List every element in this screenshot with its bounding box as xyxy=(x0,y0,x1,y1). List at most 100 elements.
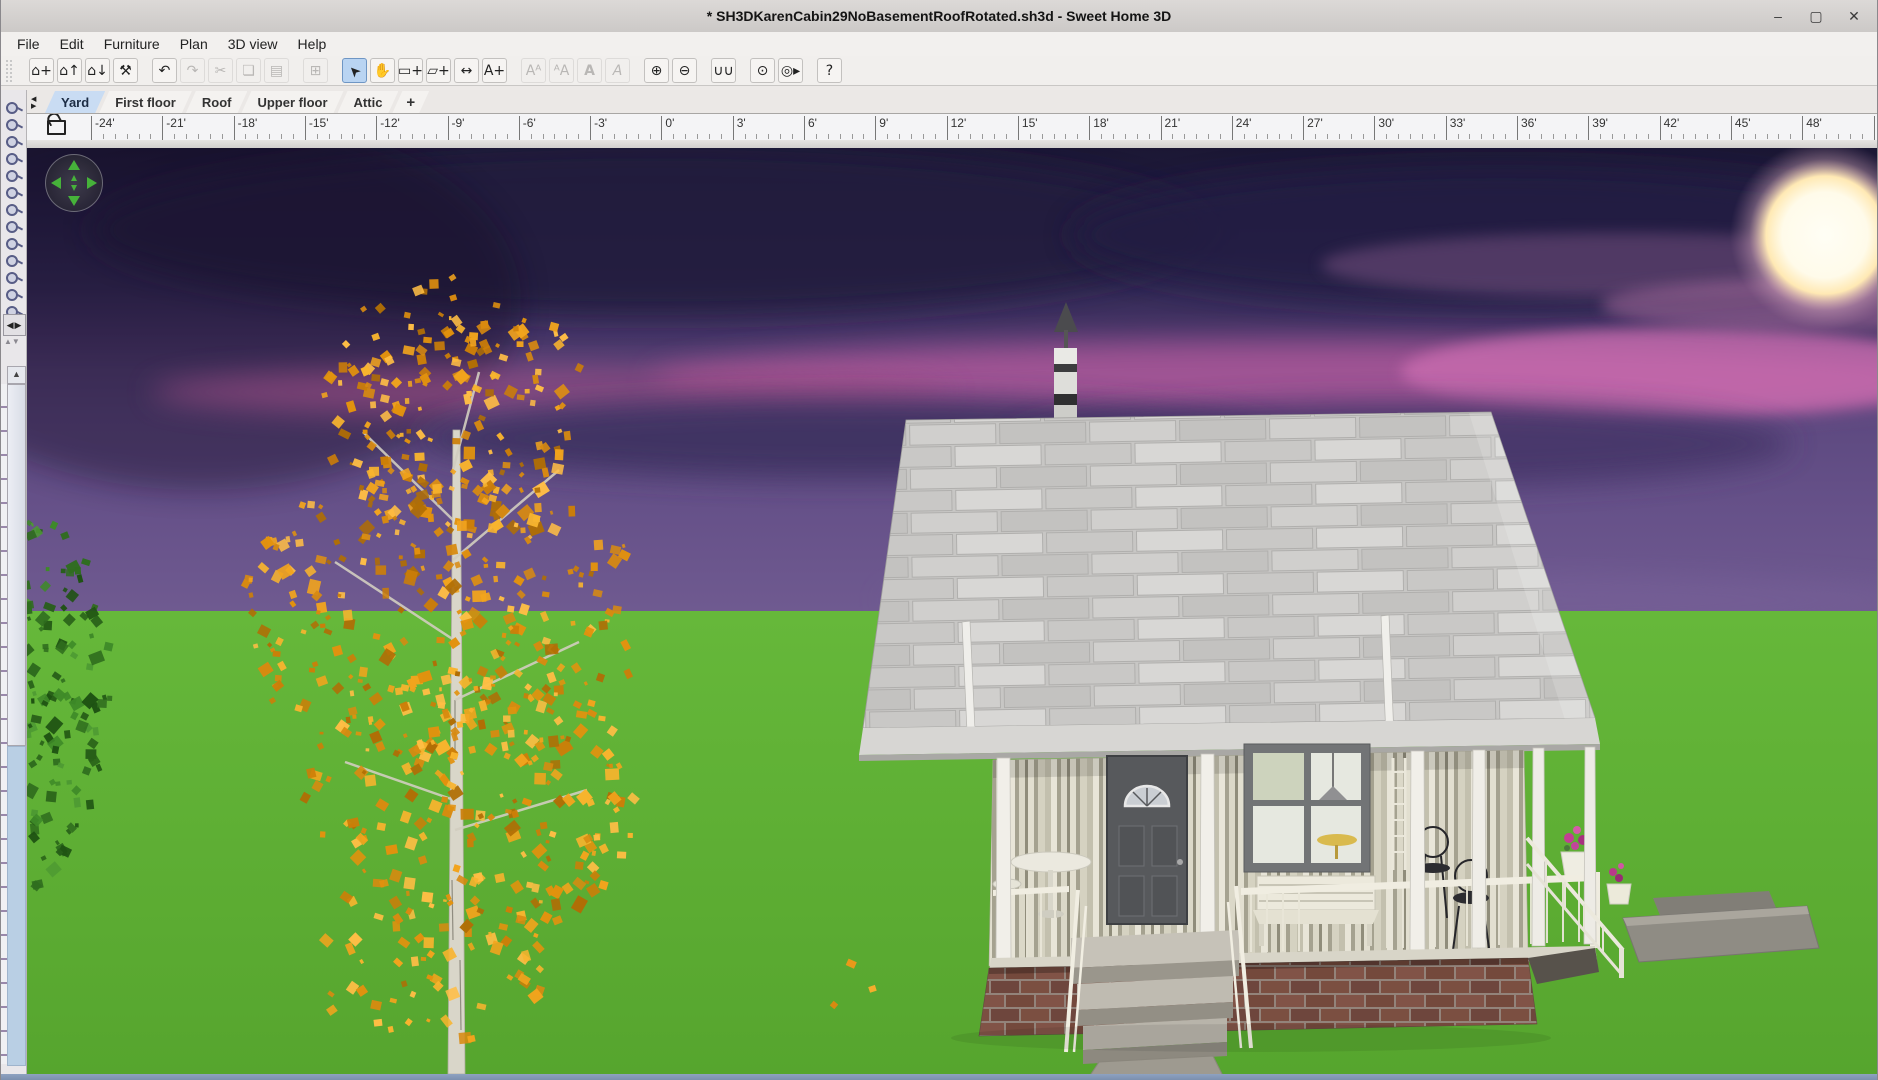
redo-button: ↷ xyxy=(180,58,205,83)
ruler-minor-tick xyxy=(1208,134,1209,139)
zoom-out-button[interactable]: ⊖ xyxy=(672,58,697,83)
undo-button[interactable]: ↶ xyxy=(152,58,177,83)
ruler-tick xyxy=(376,116,377,140)
ruler-minor-tick xyxy=(1065,134,1066,139)
compass-up-icon[interactable] xyxy=(68,160,80,170)
ruler-minor-tick xyxy=(1267,134,1268,139)
ruler-minor-tick xyxy=(317,134,318,139)
tab-first-floor[interactable]: First floor xyxy=(99,91,192,113)
ruler-minor-tick xyxy=(935,134,936,139)
save-home-button[interactable]: ⌂↓ xyxy=(85,58,110,83)
toolbar-grip[interactable] xyxy=(5,59,13,83)
add-text-button[interactable]: A+ xyxy=(482,58,507,83)
ruler-minor-tick xyxy=(483,134,484,139)
ruler-minor-tick xyxy=(899,134,900,139)
tab-corner-arrows[interactable]: ◀▶ xyxy=(31,96,43,112)
menu-file[interactable]: File xyxy=(7,34,50,54)
toolbar-group-plan-tools: ➤✋▭+ ▱+ ↔ A+ xyxy=(342,58,507,83)
create-rooms-icon: ▱+ xyxy=(427,64,450,78)
ruler-label: 24' xyxy=(1236,116,1252,130)
ruler-tick xyxy=(1374,116,1375,140)
redo-icon: ↷ xyxy=(187,64,199,78)
menu-edit[interactable]: Edit xyxy=(50,34,94,54)
ruler-label: -12' xyxy=(380,116,400,130)
toolbar-group-furniture: ⊞ xyxy=(303,58,328,83)
create-dimensions-button[interactable]: ↔ xyxy=(454,58,479,83)
3d-view[interactable] xyxy=(27,148,1877,1074)
ruler-label: 12' xyxy=(951,116,967,130)
tab-yard[interactable]: Yard xyxy=(45,91,105,113)
ruler-minor-tick xyxy=(1600,134,1601,139)
ruler-tick xyxy=(234,116,235,140)
create-rooms-button[interactable]: ▱+ xyxy=(426,58,451,83)
ruler-minor-tick xyxy=(1493,134,1494,139)
scroll-up-button[interactable]: ▲ xyxy=(7,366,26,384)
ruler-minor-tick xyxy=(780,134,781,139)
pan-button[interactable]: ✋ xyxy=(370,58,395,83)
tab-roof[interactable]: Roof xyxy=(186,91,248,113)
ruler-minor-tick xyxy=(1220,134,1221,139)
menu-plan[interactable]: Plan xyxy=(170,34,218,54)
copy-icon: ❏ xyxy=(242,64,255,78)
ruler-minor-tick xyxy=(1481,134,1482,139)
new-home-icon: ⌂+ xyxy=(31,64,52,78)
window xyxy=(1244,744,1370,872)
ruler-label: 6' xyxy=(808,116,817,130)
open-home-button[interactable]: ⌂↑ xyxy=(57,58,82,83)
ruler-minor-tick xyxy=(1838,134,1839,139)
ruler-minor-tick xyxy=(174,134,175,139)
splitter-handle[interactable]: ◀▶ xyxy=(3,314,26,336)
compass-down-icon[interactable] xyxy=(68,196,80,206)
3d-navigation-compass[interactable] xyxy=(45,154,103,212)
toolbar: ⌂+⌂↑⌂↓⚒↶↷✂❏▤⊞➤✋▭+▱+↔A+AᴬᴬAAA⊕⊖∪∪⊙◎▸? xyxy=(1,56,1877,86)
pin-icon xyxy=(6,136,22,146)
menu-furniture[interactable]: Furniture xyxy=(94,34,170,54)
virtual-visit-button[interactable]: ∪∪ xyxy=(711,58,736,83)
tab-add[interactable]: + xyxy=(392,91,429,113)
increase-text-size-button: ᴬA xyxy=(549,58,574,83)
help-button[interactable]: ? xyxy=(817,58,842,83)
compass-right-icon[interactable] xyxy=(87,177,97,189)
ruler-minor-tick xyxy=(1125,134,1126,139)
menu-3d-view[interactable]: 3D view xyxy=(218,34,288,54)
compass-left-icon[interactable] xyxy=(51,177,61,189)
ruler-minor-tick xyxy=(1291,134,1292,139)
close-icon[interactable]: ✕ xyxy=(1845,8,1863,25)
compass-zoom-out-icon[interactable] xyxy=(71,185,77,191)
ruler-tick xyxy=(1874,116,1875,140)
left-panel: ◀▶ ▲▼ ▲ xyxy=(1,90,27,1074)
ruler-tick xyxy=(1517,116,1518,140)
select-button[interactable]: ➤ xyxy=(342,58,367,83)
compass-zoom-in-icon[interactable] xyxy=(71,175,77,181)
ruler-minor-tick xyxy=(756,134,757,139)
ruler-minor-tick xyxy=(602,134,603,139)
ruler-minor-tick xyxy=(852,134,853,139)
ruler-minor-tick xyxy=(840,134,841,139)
scrollbar-track[interactable] xyxy=(7,746,26,1066)
zoom-in-button[interactable]: ⊕ xyxy=(644,58,669,83)
ruler-minor-tick xyxy=(673,134,674,139)
new-home-button[interactable]: ⌂+ xyxy=(29,58,54,83)
splitter-arrows[interactable]: ▲▼ xyxy=(4,338,20,346)
minimize-icon[interactable]: – xyxy=(1769,8,1787,24)
create-walls-button[interactable]: ▭+ xyxy=(398,58,423,83)
ruler-minor-tick xyxy=(1434,134,1435,139)
preferences-button[interactable]: ⚒ xyxy=(113,58,138,83)
ruler-label: 39' xyxy=(1592,116,1608,130)
pin-icon xyxy=(6,238,22,248)
tab-attic[interactable]: Attic xyxy=(338,91,399,113)
create-photo-button[interactable]: ⊙ xyxy=(750,58,775,83)
ruler-minor-tick xyxy=(1315,134,1316,139)
menu-help[interactable]: Help xyxy=(288,34,337,54)
create-dimensions-icon: ↔ xyxy=(461,64,473,78)
toolbar-group-file: ⌂+ ⌂↑⌂↓⚒ xyxy=(29,58,138,83)
ruler-tick xyxy=(804,116,805,140)
create-video-button[interactable]: ◎▸ xyxy=(778,58,803,83)
tab-upper-floor[interactable]: Upper floor xyxy=(241,91,343,113)
toolbar-group-zoom: ⊕⊖ xyxy=(644,58,697,83)
maximize-icon[interactable]: ▢ xyxy=(1807,8,1825,25)
scrollbar-thumb[interactable] xyxy=(7,384,26,746)
ruler-minor-tick xyxy=(828,134,829,139)
ruler-minor-tick xyxy=(115,134,116,139)
ruler-minor-tick xyxy=(745,134,746,139)
